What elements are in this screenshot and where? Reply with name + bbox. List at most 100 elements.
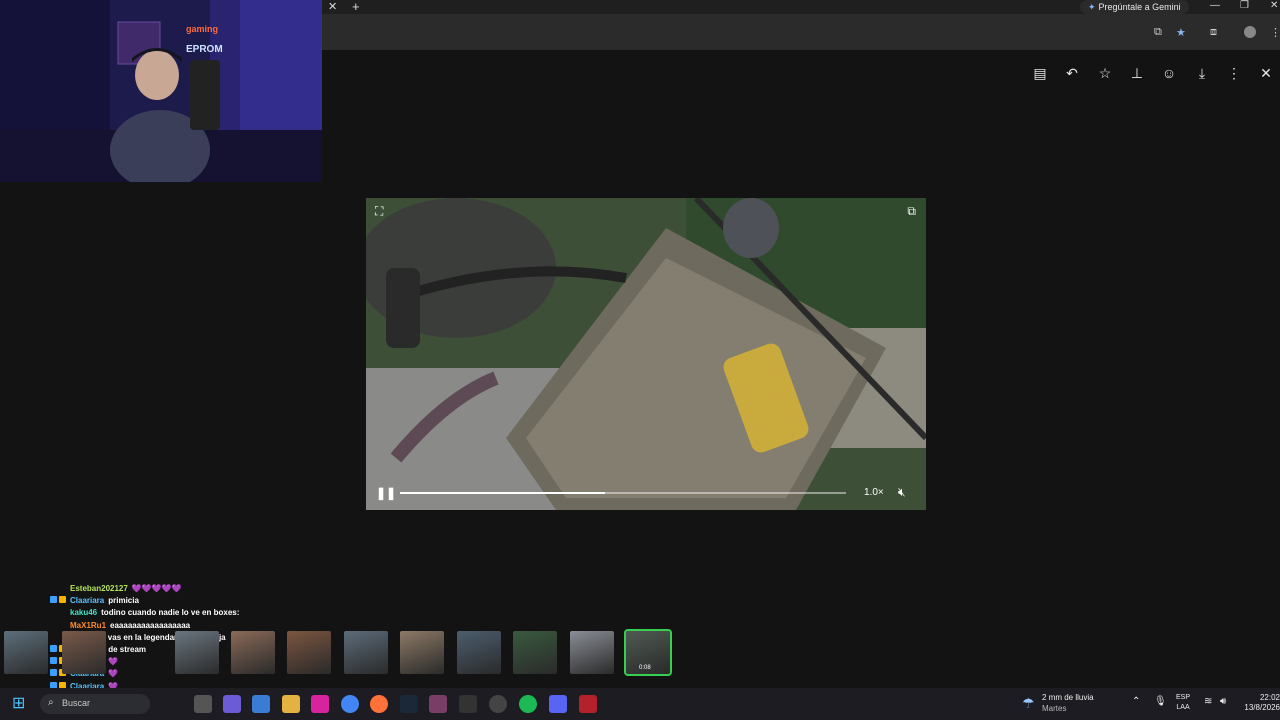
- media-thumbnail[interactable]: [4, 631, 48, 674]
- firefox-icon[interactable]: [370, 695, 388, 713]
- video-frame: [366, 198, 926, 510]
- minimize-icon[interactable]: —: [1210, 0, 1220, 11]
- chat-text: 💜💜💜💜💜: [131, 584, 182, 593]
- windows-start-icon[interactable]: ⊞: [12, 695, 30, 713]
- store-icon[interactable]: [252, 695, 270, 713]
- copilot-icon[interactable]: [223, 695, 241, 713]
- taskbar-search[interactable]: ⌕ Buscar: [40, 694, 150, 714]
- popout-icon[interactable]: ⧉: [907, 204, 916, 219]
- search-placeholder: Buscar: [62, 698, 91, 708]
- steam-icon[interactable]: [400, 695, 418, 713]
- progress-fill: [400, 492, 606, 494]
- download-icon[interactable]: ⤓: [1191, 62, 1213, 84]
- chat-text: primicia: [108, 596, 139, 606]
- menu-icon[interactable]: ⋮: [1270, 26, 1280, 39]
- more-options-icon[interactable]: ⋮: [1223, 62, 1245, 84]
- emoji-icon[interactable]: ☺: [1158, 62, 1180, 84]
- media-thumbnail[interactable]: [344, 631, 388, 674]
- app-icon-2[interactable]: [579, 695, 597, 713]
- viewer-toolbar: ▤ ↶ ☆ ⊥ ☺ ⤓ ⋮ ✕: [1028, 62, 1280, 84]
- app-icon[interactable]: [489, 695, 507, 713]
- chat-message: kaku46 todino cuando nadie lo ve en boxes…: [50, 607, 290, 619]
- gemini-button[interactable]: ✦ Pregúntale a Gemini: [1080, 0, 1189, 14]
- bookmark-star-icon[interactable]: ★: [1176, 26, 1186, 39]
- media-thumbnail[interactable]: [175, 631, 219, 674]
- chat-username: Claariara: [70, 596, 105, 606]
- keyboard-layout: LAA: [1176, 704, 1190, 711]
- chat-username: Esteban202127: [70, 584, 128, 593]
- playback-speed[interactable]: 1.0×: [864, 487, 884, 498]
- pause-icon[interactable]: ❚❚: [376, 486, 396, 500]
- pin-icon[interactable]: ⊥: [1126, 62, 1148, 84]
- chat-username: MaX1Ru1: [70, 620, 107, 630]
- chat-badge-icon: [59, 596, 66, 604]
- instagram-icon[interactable]: [311, 695, 329, 713]
- chat-username: kaku46: [70, 608, 98, 618]
- weather-widget[interactable]: ☂ 2 mm de lluvia Martes: [1022, 693, 1122, 715]
- browser-tabstrip: ✕ + ✦ Pregúntale a Gemini — ❐ ✕: [322, 0, 1280, 14]
- spotify-icon[interactable]: [519, 695, 537, 713]
- chat-text: eaaaaaaaaaaaaaaaaa: [110, 620, 191, 630]
- close-window-icon[interactable]: ✕: [1270, 0, 1278, 11]
- media-thumbnail[interactable]: [400, 631, 444, 674]
- star-icon[interactable]: ☆: [1094, 62, 1116, 84]
- media-thumbnail[interactable]: [570, 631, 614, 674]
- weather-text: 2 mm de lluvia: [1042, 693, 1094, 702]
- volume-icon[interactable]: 🔊︎: [1220, 696, 1226, 707]
- capcut-icon[interactable]: [459, 695, 477, 713]
- chat-badge-icon: [50, 669, 57, 677]
- browser-toolbar: ⧉ ★ ⧈ ⋮: [322, 14, 1280, 50]
- caption-icon[interactable]: ▤: [1029, 62, 1051, 84]
- media-thumbnail[interactable]: [231, 631, 275, 674]
- wifi-icon[interactable]: ≋: [1204, 696, 1212, 707]
- streaming-app-icon[interactable]: [429, 695, 447, 713]
- reply-icon[interactable]: ↶: [1061, 62, 1083, 84]
- chat-text: todino cuando nadie lo ve en boxes:: [101, 608, 240, 618]
- gemini-icon: ✦: [1088, 2, 1096, 12]
- neon-sign: EPROM: [186, 44, 223, 55]
- time: 22:02: [1259, 693, 1280, 702]
- progress-bar[interactable]: [400, 492, 846, 494]
- media-thumbnail[interactable]: [513, 631, 557, 674]
- media-thumbnail[interactable]: [457, 631, 501, 674]
- weather-day: Martes: [1042, 704, 1067, 713]
- chevron-up-icon[interactable]: ⌃: [1132, 696, 1140, 707]
- chat-badges: [50, 595, 70, 607]
- chat-text: de stream: [108, 645, 147, 655]
- chat-message: Esteban202127 💜💜💜💜💜: [50, 583, 290, 595]
- chat-message: MaX1Ru1 eaaaaaaaaaaaaaaaaa: [50, 620, 290, 632]
- chrome-icon[interactable]: [341, 695, 359, 713]
- mute-icon[interactable]: 🔇︎: [898, 485, 906, 500]
- video-controls: ❚❚ 1.0× 🔇︎: [366, 476, 926, 510]
- neon-sign: gaming: [186, 24, 219, 34]
- file-explorer-icon[interactable]: [282, 695, 300, 713]
- webcam-overlay: gaming EPROM: [0, 0, 322, 182]
- restore-icon[interactable]: ❐: [1240, 0, 1249, 11]
- install-app-icon[interactable]: ⧉: [1154, 26, 1162, 39]
- expand-icon[interactable]: ⛶: [375, 204, 383, 219]
- extensions-icon[interactable]: ⧈: [1210, 26, 1217, 39]
- chat-text: 💜: [108, 657, 119, 667]
- gemini-label: Pregúntale a Gemini: [1098, 2, 1181, 12]
- chat-badge-icon: [50, 645, 57, 653]
- chat-text: 💜: [108, 669, 119, 679]
- profile-avatar[interactable]: [1244, 26, 1256, 38]
- chat-badge-icon: [50, 657, 57, 665]
- media-thumbnail[interactable]: 0:08: [624, 629, 672, 676]
- close-tab-icon[interactable]: ✕: [328, 0, 337, 13]
- webcam-image: [0, 0, 322, 182]
- close-viewer-icon[interactable]: ✕: [1255, 62, 1277, 84]
- language-indicator[interactable]: ESP LAA: [1176, 693, 1190, 713]
- date: 13/8/2026: [1244, 703, 1280, 712]
- task-view-icon[interactable]: [194, 695, 212, 713]
- new-tab-button[interactable]: +: [352, 0, 360, 14]
- clock[interactable]: 22:02 13/8/2026: [1240, 693, 1280, 713]
- video-player[interactable]: ⛶ ⧉ ❚❚ 1.0× 🔇︎: [366, 198, 926, 510]
- media-thumbnail[interactable]: [62, 631, 106, 674]
- search-icon: ⌕: [48, 697, 54, 708]
- taskbar: ⊞ ⌕ Buscar ☂ 2 mm de lluvia Martes ⌃ 🎙︎ …: [0, 688, 1280, 720]
- media-thumbnail[interactable]: [287, 631, 331, 674]
- chat-message: Claariara primicia: [50, 595, 290, 607]
- discord-icon[interactable]: [549, 695, 567, 713]
- microphone-icon[interactable]: 🎙︎: [1154, 696, 1167, 707]
